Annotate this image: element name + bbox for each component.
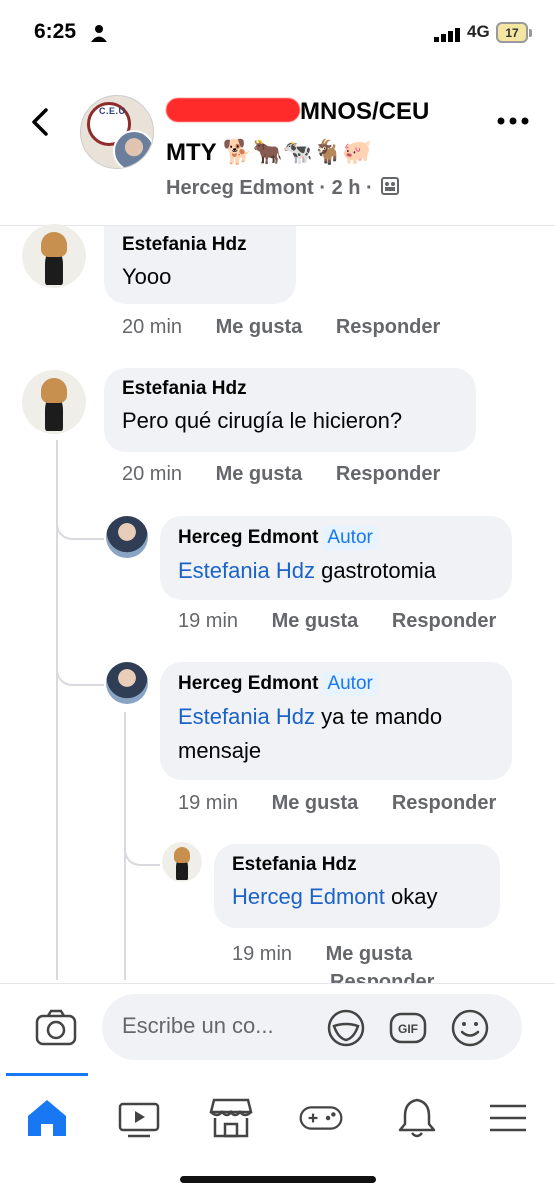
battery-icon: 17 bbox=[496, 22, 528, 43]
reply-author-name[interactable]: Herceg Edmont bbox=[178, 673, 318, 694]
more-options-icon[interactable] bbox=[497, 116, 529, 126]
comment-bubble: Estefania Hdz Yooo bbox=[104, 226, 296, 304]
reply-button[interactable]: Responder bbox=[336, 316, 440, 338]
comment-text: Pero qué cirugía le hicieron? bbox=[122, 408, 403, 433]
marketplace-icon[interactable] bbox=[208, 1096, 254, 1140]
comment-text: Yooo bbox=[122, 264, 172, 289]
avatar[interactable] bbox=[162, 842, 202, 882]
reply-bubble: Herceg Edmont Autor Estefania Hdz gastrot… bbox=[160, 516, 512, 600]
reply-text-body: gastrotomia bbox=[314, 558, 437, 583]
person-icon bbox=[91, 25, 107, 42]
avatar[interactable] bbox=[22, 370, 86, 434]
avatar[interactable] bbox=[106, 516, 148, 558]
group-avatar[interactable]: C.E.U bbox=[80, 95, 154, 169]
reply-text-body: okay bbox=[384, 884, 438, 909]
notifications-icon[interactable] bbox=[394, 1096, 440, 1140]
thread-connector bbox=[124, 830, 160, 866]
avatar[interactable] bbox=[106, 662, 148, 704]
thread-connector bbox=[56, 646, 104, 686]
emoji-icon[interactable] bbox=[450, 1008, 490, 1048]
gif-icon[interactable]: GIF bbox=[388, 1008, 428, 1048]
camera-icon[interactable] bbox=[34, 1008, 78, 1048]
comment-time: 20 min bbox=[122, 316, 183, 338]
group-name[interactable]: MNOS/CEU bbox=[300, 98, 429, 126]
like-button[interactable]: Me gusta bbox=[272, 610, 359, 632]
composer-divider bbox=[0, 983, 555, 984]
mention-link[interactable]: Estefania Hdz bbox=[178, 558, 315, 583]
avatar[interactable] bbox=[22, 224, 86, 288]
reply-author: Herceg Edmont Autor bbox=[178, 672, 494, 696]
reply-text: Estefania Hdz ya te mando mensaje bbox=[178, 700, 494, 768]
network-type: 4G bbox=[467, 22, 490, 41]
post-meta-text: Herceg Edmont · 2 h · bbox=[166, 177, 373, 199]
reply-text-body-2: mensaje bbox=[178, 738, 262, 763]
reply-actions: 19 min Me gusta Responder bbox=[232, 940, 492, 984]
reply-time: 19 min bbox=[178, 792, 239, 814]
mention-link[interactable]: Estefania Hdz bbox=[178, 704, 315, 729]
reply-text: Estefania Hdz gastrotomia bbox=[178, 554, 494, 588]
author-badge: Autor bbox=[322, 672, 378, 696]
redaction-mark bbox=[166, 98, 300, 122]
reply-actions: 19 min Me gusta Responder bbox=[178, 792, 496, 815]
like-button[interactable]: Me gusta bbox=[216, 463, 303, 485]
reply-button[interactable]: Responder bbox=[392, 610, 496, 632]
thread-connector bbox=[56, 500, 104, 540]
gif-label: GIF bbox=[398, 1022, 418, 1036]
reply-time: 19 min bbox=[232, 943, 293, 965]
back-icon[interactable] bbox=[28, 106, 54, 138]
status-time: 6:25 bbox=[34, 20, 77, 43]
reply-actions: 19 min Me gusta Responder bbox=[178, 610, 496, 633]
reply-button[interactable]: Responder bbox=[336, 463, 440, 485]
video-icon[interactable] bbox=[116, 1096, 162, 1140]
seal-text: C.E.U bbox=[99, 106, 126, 116]
nav-active-indicator bbox=[6, 1073, 88, 1076]
reply-bubble: Herceg Edmont Autor Estefania Hdz ya te m… bbox=[160, 662, 512, 780]
group-name-line2[interactable]: MTY 🐕🐂🐄🐐🐖 bbox=[166, 138, 372, 167]
author-mini-avatar bbox=[113, 130, 153, 168]
home-icon[interactable] bbox=[24, 1096, 70, 1140]
like-button[interactable]: Me gusta bbox=[272, 792, 359, 814]
reply-author[interactable]: Estefania Hdz bbox=[232, 854, 482, 876]
comment-actions: 20 min Me gusta Responder bbox=[122, 316, 440, 339]
reply-button[interactable]: Responder bbox=[392, 792, 496, 814]
comment-bubble: Estefania Hdz Pero qué cirugía le hicier… bbox=[104, 368, 476, 452]
home-indicator bbox=[180, 1176, 376, 1183]
author-badge: Autor bbox=[322, 526, 378, 550]
like-button[interactable]: Me gusta bbox=[326, 943, 413, 965]
battery-tip bbox=[529, 29, 532, 37]
reply-time: 19 min bbox=[178, 610, 239, 632]
reply-author: Herceg Edmont Autor bbox=[178, 526, 494, 550]
audience-icon bbox=[381, 177, 400, 195]
gaming-icon[interactable] bbox=[298, 1096, 344, 1140]
reply-author-name[interactable]: Herceg Edmont bbox=[178, 527, 318, 548]
battery-level: 17 bbox=[505, 25, 519, 40]
reply-text-body: ya te mando bbox=[314, 704, 443, 729]
like-button[interactable]: Me gusta bbox=[216, 316, 303, 338]
signal-icon bbox=[434, 28, 460, 42]
reply-text: Herceg Edmont okay bbox=[232, 880, 482, 914]
comment-author[interactable]: Estefania Hdz bbox=[122, 234, 278, 256]
comment-input-placeholder[interactable]: Escribe un co... bbox=[122, 1013, 274, 1039]
sticker-icon[interactable] bbox=[326, 1008, 366, 1048]
comment-time: 20 min bbox=[122, 463, 183, 485]
mention-link[interactable]: Herceg Edmont bbox=[232, 884, 385, 909]
reply-bubble: Estefania Hdz Herceg Edmont okay bbox=[214, 844, 500, 928]
menu-icon[interactable] bbox=[486, 1096, 532, 1140]
post-meta: Herceg Edmont · 2 h · bbox=[166, 176, 400, 200]
comment-actions: 20 min Me gusta Responder bbox=[122, 463, 440, 486]
comment-author[interactable]: Estefania Hdz bbox=[122, 378, 458, 400]
